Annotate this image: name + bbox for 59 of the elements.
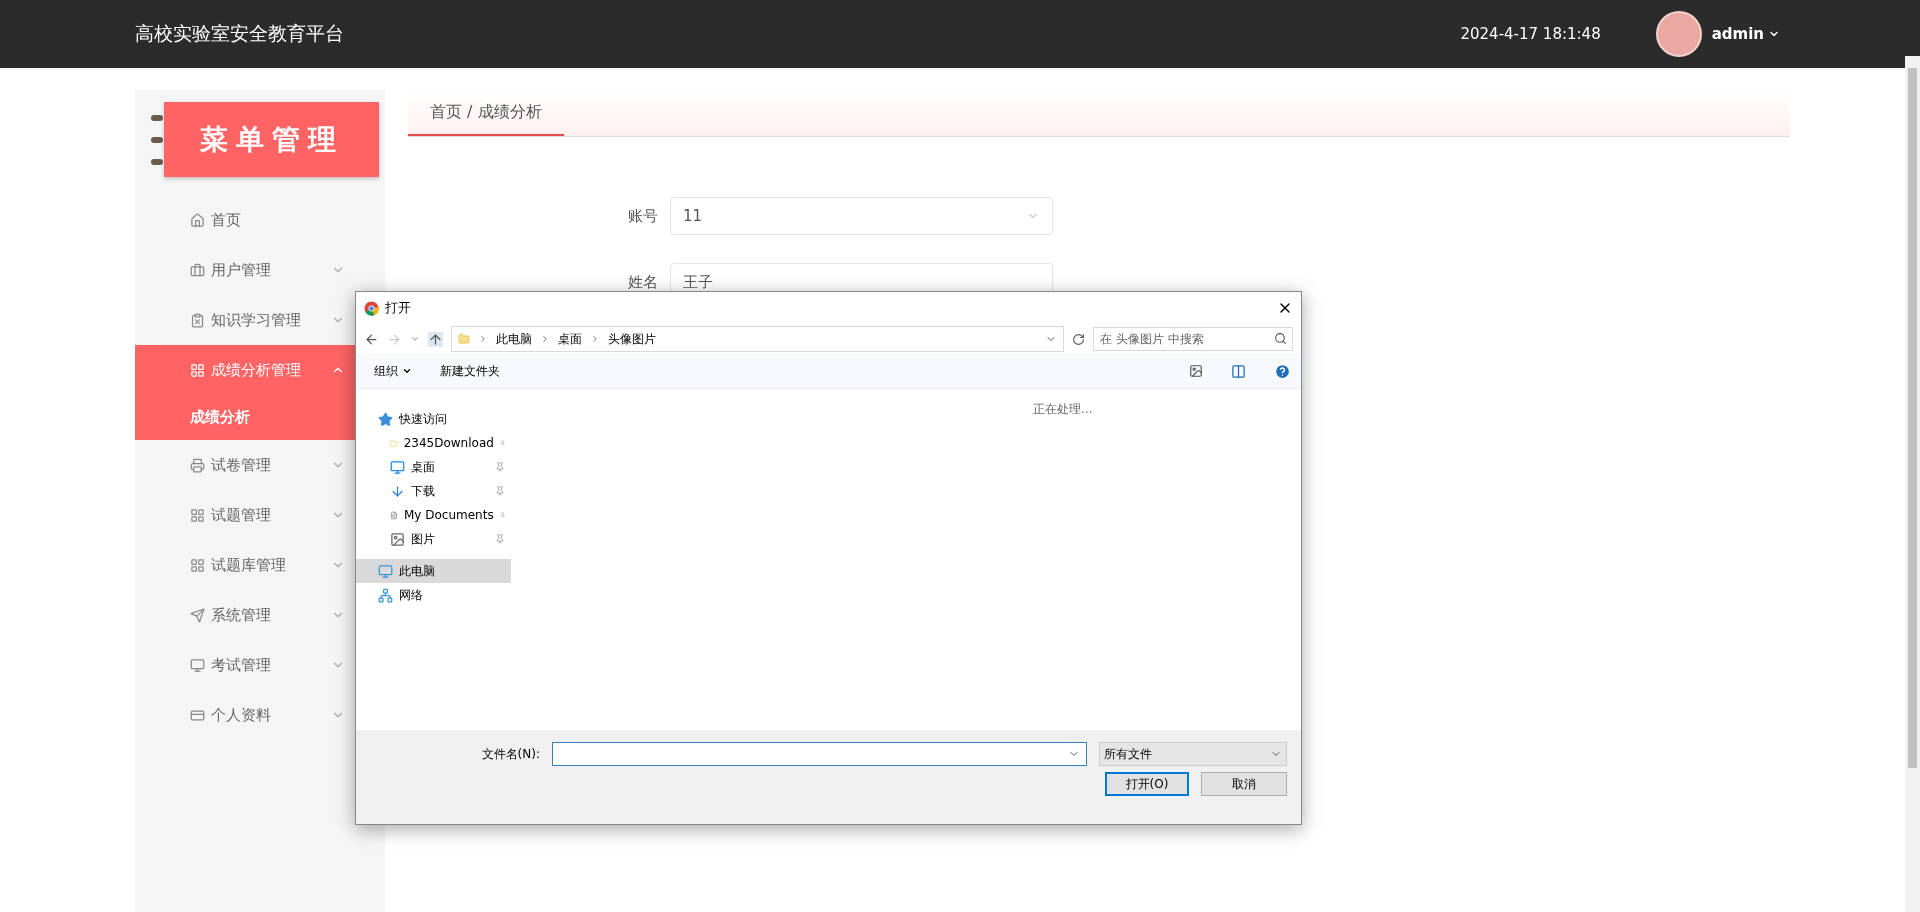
view-icon[interactable] (1189, 364, 1203, 378)
nav-label: 此电脑 (399, 562, 436, 580)
nav-item[interactable]: 此电脑 (356, 559, 511, 583)
down-arrow-icon (390, 483, 405, 499)
help-icon[interactable] (1274, 362, 1291, 380)
menu-icon (190, 607, 205, 623)
date-time: 2024-4-17 18:1:48 (1460, 25, 1601, 43)
nav-label: 快速访问 (399, 410, 448, 428)
refresh-icon[interactable] (1072, 332, 1085, 346)
dialog-title: 打开 (385, 299, 412, 317)
menu-icon (190, 212, 205, 228)
filename-label: 文件名(N): (481, 745, 540, 763)
up-icon[interactable] (428, 331, 443, 347)
menu-item[interactable]: 个人资料 (135, 690, 385, 740)
menu-icon (190, 362, 205, 378)
breadcrumb-tab[interactable]: 首页 / 成绩分析 (408, 90, 564, 136)
nav-label: 网络 (399, 586, 424, 604)
preview-pane-icon[interactable] (1231, 363, 1246, 379)
status-text: 正在处理... (1033, 402, 1093, 416)
menu-icon (190, 707, 205, 723)
menu-icon (190, 557, 205, 573)
field-label: 姓名 (627, 272, 658, 292)
filename-field[interactable] (552, 742, 1087, 766)
menu-icon (190, 312, 205, 328)
back-icon[interactable] (364, 331, 379, 347)
address-bar[interactable]: 此电脑 桌面 头像图片 (451, 326, 1064, 352)
file-type-select[interactable]: 所有文件 (1099, 742, 1287, 766)
search-field[interactable]: 在 头像图片 中搜索 (1093, 327, 1293, 351)
menu-icon (190, 262, 205, 278)
menu-icon (190, 657, 205, 673)
star-icon (378, 411, 393, 427)
menu-icon (190, 457, 205, 473)
caret-icon (402, 366, 412, 376)
network-icon (378, 587, 393, 603)
menu-item[interactable]: 知识学习管理 (135, 295, 385, 345)
avatar[interactable] (1655, 11, 1702, 57)
site-title: 高校实验室安全教育平台 (135, 21, 345, 46)
monitor-icon (378, 563, 393, 579)
nav-label: 2345Download (403, 436, 494, 450)
nav-label: 下载 (411, 482, 436, 500)
scrollbar[interactable] (1905, 56, 1920, 912)
nav-label: 桌面 (411, 458, 436, 476)
menu-item[interactable]: 用户管理 (135, 245, 385, 295)
menu-banner: 菜单管理 (164, 102, 379, 177)
open-button[interactable]: 打开(O) (1105, 772, 1189, 796)
menu-item[interactable]: 首页 (135, 195, 385, 245)
monitor-icon (390, 459, 405, 475)
user-name[interactable]: admin (1711, 25, 1764, 43)
browser-logo-icon (364, 300, 379, 316)
search-icon[interactable] (1274, 332, 1287, 345)
field-label: 账号 (627, 206, 658, 226)
select-field[interactable]: 11 (670, 197, 1053, 235)
nav-label: 图片 (411, 530, 436, 548)
menu-icon (190, 507, 205, 523)
cancel-button[interactable]: 取消 (1201, 772, 1287, 796)
nav-label: My Documents (404, 508, 494, 522)
menu-item[interactable]: 考试管理 (135, 640, 385, 690)
image-icon (390, 531, 405, 547)
new-folder-button[interactable]: 新建文件夹 (440, 362, 500, 380)
